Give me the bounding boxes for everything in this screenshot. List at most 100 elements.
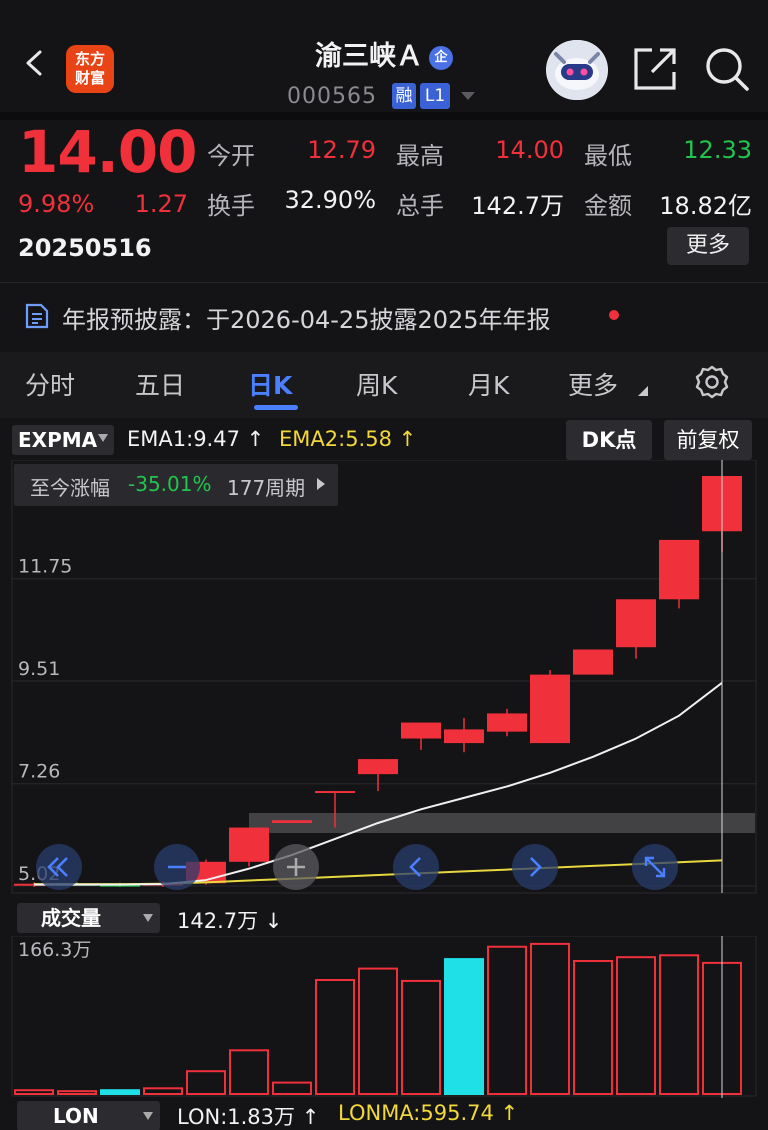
volume-bar <box>229 1049 269 1095</box>
y-tick-label: 9.51 <box>18 658 60 680</box>
active-tab-indicator <box>254 405 298 410</box>
volume-label: 总手 <box>396 192 444 220</box>
lon-value: LON:1.83万 <box>177 1105 296 1129</box>
tab-five-day[interactable]: 五日 <box>135 366 185 402</box>
volume-legend: 142.7万 ↓ <box>177 909 283 933</box>
scroll-start-button[interactable] <box>36 844 82 890</box>
volume-indicator-select[interactable]: 成交量 <box>17 903 160 933</box>
dk-point-label: DK点 <box>581 428 637 452</box>
candle-body <box>444 729 484 744</box>
lon-indicator-select[interactable]: LON <box>17 1101 160 1130</box>
fullscreen-button[interactable] <box>632 844 678 890</box>
ema1-value: EMA1:9.47 <box>127 427 240 451</box>
chevron-right-icon <box>317 478 325 490</box>
document-icon <box>25 303 49 329</box>
double-left-icon <box>47 857 68 877</box>
kline-chart[interactable]: 11.759.517.265.02 <box>0 460 768 900</box>
plus-icon <box>287 858 305 876</box>
zoom-in-button[interactable] <box>273 844 319 890</box>
chevron-right-icon <box>530 857 542 877</box>
volume-bar <box>143 1087 183 1095</box>
high-value: 14.00 <box>495 136 564 164</box>
header-bar: 东方财富 渝三峡Ａ 企 000565 融 L1 <box>0 0 768 118</box>
volume-chart[interactable]: 166.3万 <box>0 936 768 1098</box>
change-percent: 9.98% <box>18 190 95 218</box>
level-tag: L1 <box>420 83 450 109</box>
ema2-legend: EMA2:5.58 ↑ <box>279 427 417 451</box>
y-tick-label: 11.75 <box>18 556 72 578</box>
candle-body <box>487 713 527 732</box>
chevron-down-icon <box>143 914 153 922</box>
more-corner-icon <box>638 386 648 396</box>
open-value: 12.79 <box>307 136 376 164</box>
amount-label: 金额 <box>584 192 632 220</box>
tab-intraday[interactable]: 分时 <box>25 366 75 402</box>
turnover-label: 换手 <box>207 192 255 220</box>
lonma-legend: LONMA:595.74 ↑ <box>338 1101 519 1125</box>
tab-more[interactable]: 更多 <box>568 366 618 402</box>
more-quote-button[interactable]: 更多 <box>667 227 749 265</box>
change-amount: 1.27 <box>134 190 188 218</box>
chevron-down-icon <box>98 434 108 442</box>
amount-value: 18.82亿 <box>659 192 752 220</box>
margin-tag: 融 <box>392 83 416 109</box>
volume-bar <box>487 945 527 1095</box>
settings-gear-icon[interactable] <box>694 364 730 400</box>
candle-body <box>401 722 441 739</box>
expand-icon <box>644 856 666 878</box>
ema2-value: EMA2:5.58 <box>279 427 392 451</box>
tab-monthly-k[interactable]: 月K <box>468 366 509 402</box>
ema2-line <box>34 859 723 886</box>
turnover-value: 32.90% <box>284 186 376 214</box>
notice-bar[interactable]: 年报预披露：于2026-04-25披露2025年年报 <box>0 282 768 348</box>
open-label: 今开 <box>207 142 255 170</box>
high-label: 最高 <box>396 142 444 170</box>
chevron-down-icon <box>143 1112 153 1120</box>
volume-bar <box>186 1070 226 1095</box>
volume-bar <box>530 942 570 1096</box>
candle-body <box>573 649 613 675</box>
stock-code: 000565 <box>287 84 377 109</box>
scroll-left-button[interactable] <box>393 844 439 890</box>
main-indicator-name: EXPMA <box>18 428 98 452</box>
ema1-legend: EMA1:9.47 ↑ <box>127 427 265 451</box>
dk-point-button[interactable]: DK点 <box>566 420 652 460</box>
volume-legend-value: 142.7万 <box>177 909 259 933</box>
quote-date: 20250516 <box>18 234 152 262</box>
chevron-left-icon <box>409 857 421 877</box>
candle-body <box>272 820 312 823</box>
y-tick-label: 7.26 <box>18 761 60 783</box>
last-price: 14.00 <box>18 118 197 186</box>
share-icon[interactable] <box>632 46 678 92</box>
scroll-right-button[interactable] <box>512 844 558 890</box>
tab-weekly-k[interactable]: 周K <box>356 366 397 402</box>
candle-body <box>659 539 699 600</box>
volume-bar <box>358 967 398 1095</box>
volume-bar <box>272 1081 312 1096</box>
candle-body <box>358 759 398 775</box>
volume-bar <box>444 958 484 1096</box>
volume-indicator-name: 成交量 <box>41 906 101 930</box>
tab-daily-k[interactable]: 日K <box>248 366 292 402</box>
range-period: 177周期 <box>227 476 306 500</box>
robot-avatar-icon[interactable] <box>546 40 608 100</box>
candle-body <box>530 674 570 744</box>
volume-bar <box>100 1089 140 1096</box>
candle-body <box>616 599 656 648</box>
notice-text: 年报预披露：于2026-04-25披露2025年年报 <box>62 306 551 334</box>
low-label: 最低 <box>584 142 632 170</box>
enterprise-badge-icon: 企 <box>429 45 453 70</box>
candle-body <box>229 827 269 862</box>
lon-indicator-name: LON <box>53 1104 99 1128</box>
search-icon[interactable] <box>704 46 750 92</box>
volume-value: 142.7万 <box>471 192 564 220</box>
lonma-value: LONMA:595.74 <box>338 1101 494 1125</box>
volume-bar <box>315 978 355 1096</box>
adjust-mode-button[interactable]: 前复权 <box>664 420 752 460</box>
main-indicator-select[interactable]: EXPMA <box>12 425 114 455</box>
volume-bar <box>401 979 441 1095</box>
chevron-down-icon[interactable] <box>461 92 475 100</box>
zoom-out-button[interactable] <box>154 844 200 890</box>
range-gain-box[interactable]: 至今涨幅 -35.01% 177周期 <box>14 464 338 506</box>
pressure-band <box>249 813 755 833</box>
